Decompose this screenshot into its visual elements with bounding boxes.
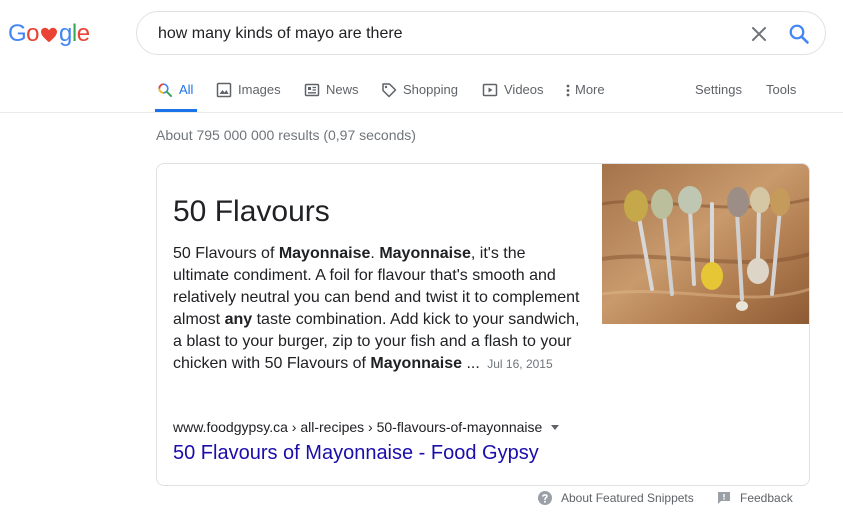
snippet-title: 50 Flavours [173,195,330,228]
feedback-button[interactable]: Feedback [716,490,793,506]
tag-icon [382,83,397,98]
featured-snippet: 50 Flavours 50 Flavours of Mayonnaise. M… [156,163,810,486]
tab-tools[interactable]: Tools [766,80,796,112]
tab-images-label: Images [238,82,281,97]
clear-icon[interactable] [749,24,769,44]
result-cite: www.foodgypsy.ca › all-recipes › 50-flav… [173,419,560,435]
cite-url: www.foodgypsy.ca › all-recipes › 50-flav… [173,419,543,435]
tab-shopping-label: Shopping [403,82,458,97]
tab-news[interactable]: News [304,80,359,112]
feedback-label: Feedback [740,491,793,505]
tab-news-label: News [326,82,359,97]
logo-letter-g2: g [59,20,72,47]
tab-videos[interactable]: Videos [482,80,544,112]
snippet-image[interactable] [602,164,810,324]
tab-shopping[interactable]: Shopping [381,80,458,112]
heart-icon [41,27,58,43]
tab-videos-label: Videos [504,82,544,97]
logo-letter-o: o [26,20,40,47]
google-logo[interactable]: G o g l e [8,19,90,49]
result-stats: About 795 000 000 results (0,97 seconds) [156,127,416,143]
news-icon [304,83,320,97]
search-icon[interactable] [788,23,810,45]
search-input[interactable]: how many kinds of mayo are there [158,25,403,43]
help-icon [538,491,552,505]
search-tabs: All Images News Shopping Videos More Set… [0,80,843,113]
search-icon [158,83,172,97]
tab-more[interactable]: More [564,80,605,112]
snippet-date: Jul 16, 2015 [487,357,553,371]
image-icon [216,82,232,98]
tab-all[interactable]: All [154,80,198,112]
snippet-text-2: . [370,245,380,262]
snippet-text-1: 50 Flavours of [173,245,279,262]
tab-settings[interactable]: Settings [695,80,742,112]
tab-images[interactable]: Images [216,80,281,112]
more-vertical-icon [566,84,570,97]
tab-settings-label: Settings [695,82,742,97]
snippet-keyword: any [224,311,253,328]
logo-letter-g: G [8,20,27,47]
snippet-text-5: ... [462,355,480,372]
result-title-link[interactable]: 50 Flavours of Mayonnaise - Food Gypsy [173,442,539,465]
snippet-body: 50 Flavours of Mayonnaise. Mayonnaise, i… [173,243,583,375]
logo-letter-e: e [76,20,90,47]
caret-down-icon[interactable] [550,422,560,432]
tab-more-label: More [575,82,605,97]
tab-tools-label: Tools [766,82,797,97]
snippet-keyword: Mayonnaise [370,355,463,372]
snippet-keyword: Mayonnaise [278,245,371,262]
video-icon [482,83,498,97]
search-box[interactable]: how many kinds of mayo are there [136,11,826,55]
about-label: About Featured Snippets [561,491,694,505]
snippet-keyword: Mayonnaise [379,245,471,262]
about-featured-snippets[interactable]: About Featured Snippets [537,490,694,506]
tab-all-label: All [179,82,194,97]
feedback-icon [718,492,730,504]
